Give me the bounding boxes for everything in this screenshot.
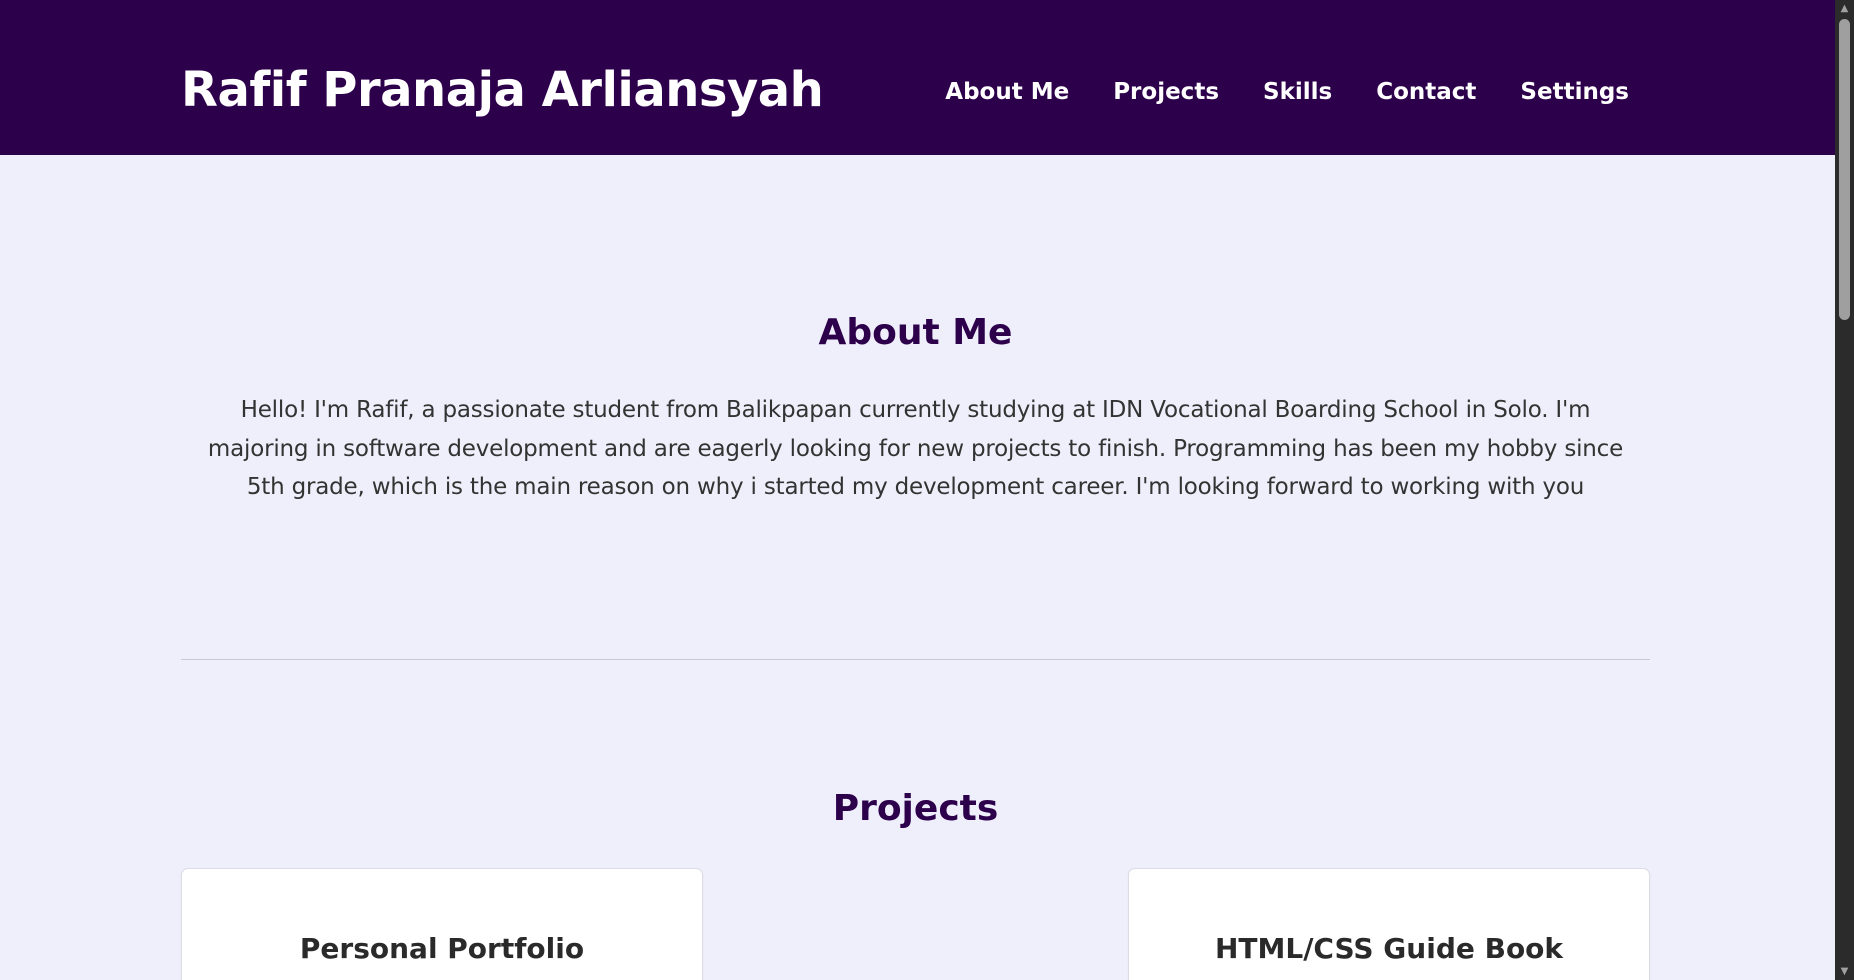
chevron-down-icon[interactable]: ▼ [1835,963,1854,980]
vertical-scrollbar[interactable]: ▲ ▼ [1835,0,1854,980]
main-nav: About Me Projects Skills Contact Setting… [945,72,1629,112]
projects-section-title: Projects [832,788,999,829]
nav-link-projects[interactable]: Projects [1113,72,1219,112]
about-paragraph: Hello! I'm Rafif, a passionate student f… [207,397,1624,500]
project-card-title: HTML/CSS Guide Book [1214,932,1564,965]
chevron-up-icon[interactable]: ▲ [1835,0,1854,17]
project-card-title: Personal Portfolio [299,932,585,965]
section-divider [181,659,1650,660]
scrollbar-thumb[interactable] [1839,19,1850,320]
about-section-title: About Me [818,312,1013,353]
page-viewport: Rafif Pranaja Arliansyah About Me Projec… [0,0,1835,980]
project-card[interactable]: Personal Portfolio [181,868,703,980]
nav-link-contact[interactable]: Contact [1376,72,1476,112]
site-header: Rafif Pranaja Arliansyah About Me Projec… [0,0,1835,155]
project-card[interactable]: HTML/CSS Guide Book [1128,868,1650,980]
nav-link-skills[interactable]: Skills [1263,72,1332,112]
nav-link-settings[interactable]: Settings [1520,72,1629,112]
nav-link-about-me[interactable]: About Me [945,72,1069,112]
site-title: Rafif Pranaja Arliansyah [181,62,824,118]
